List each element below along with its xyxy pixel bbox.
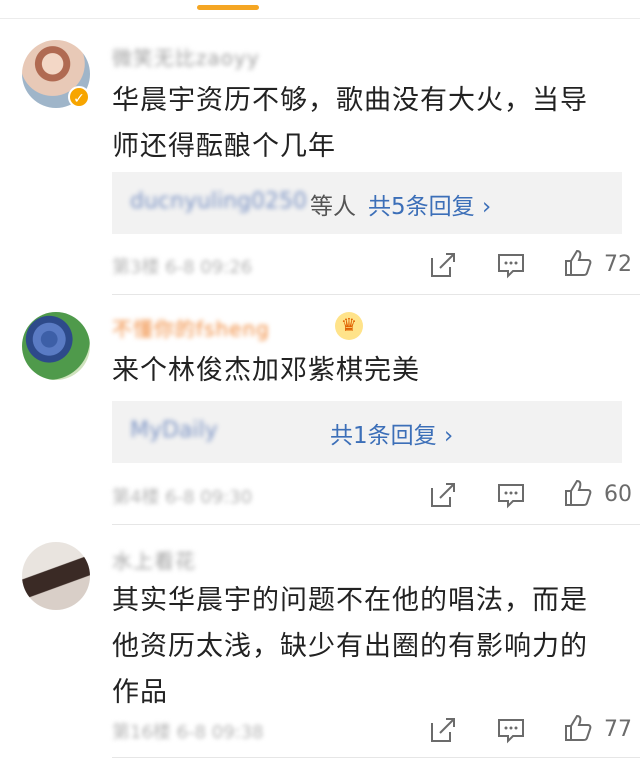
avatar[interactable] xyxy=(22,312,90,380)
reply-suffix: 等人 xyxy=(310,194,356,220)
comment-text-line: 师还得酝酿个几年 xyxy=(112,131,336,162)
like-icon[interactable] xyxy=(563,248,593,278)
comment-meta: 第4楼 6-8 09:30 xyxy=(112,487,253,508)
comment-divider xyxy=(112,294,640,295)
comment-text: 来个林俊杰加邓紫棋完美 xyxy=(112,348,612,394)
view-replies-link[interactable]: 共5条回复 › xyxy=(368,187,491,221)
reply-usernames: ducnyuling0250 xyxy=(130,189,308,214)
comment-icon[interactable] xyxy=(496,715,526,745)
comment-text: 华晨宇资历不够，歌曲没有大火，当导 师还得酝酿个几年 xyxy=(112,78,612,170)
like-count: 72 xyxy=(604,252,632,277)
reply-preview[interactable]: MyDaily 共1条回复 › xyxy=(112,401,622,463)
share-icon[interactable] xyxy=(428,250,458,280)
comment-meta: 第3楼 6-8 09:26 xyxy=(112,257,253,278)
comment-meta: 第16楼 6-8 09:38 xyxy=(112,722,264,743)
crown-badge-icon: ♛ xyxy=(335,312,363,340)
like-icon[interactable] xyxy=(563,478,593,508)
comment-divider xyxy=(112,757,640,758)
comment-divider xyxy=(112,524,640,525)
share-icon[interactable] xyxy=(428,715,458,745)
share-icon[interactable] xyxy=(428,480,458,510)
username[interactable]: 微笑无比zaoyy xyxy=(112,42,260,70)
like-count: 77 xyxy=(604,717,632,742)
comment-text-line: 华晨宇资历不够，歌曲没有大火，当导 xyxy=(112,85,588,116)
like-count: 60 xyxy=(604,482,632,507)
comment-icon[interactable] xyxy=(496,250,526,280)
like-icon[interactable] xyxy=(563,713,593,743)
avatar[interactable] xyxy=(22,542,90,610)
username[interactable]: 水上看花 xyxy=(112,545,196,573)
comment-text-line: 其实华晨宇的问题不在他的唱法，而是 xyxy=(112,585,588,616)
verified-badge-icon: ✓ xyxy=(68,86,90,108)
comment-text: 其实华晨宇的问题不在他的唱法，而是 他资历太浅，缺少有出圈的有影响力的 作品 xyxy=(112,578,612,716)
top-divider xyxy=(0,18,640,19)
comment-text-line: 作品 xyxy=(112,677,168,708)
tab-active-indicator xyxy=(197,5,259,10)
comment-text-line: 他资历太浅，缺少有出圈的有影响力的 xyxy=(112,631,588,662)
reply-preview[interactable]: ducnyuling0250 等人 共5条回复 › xyxy=(112,172,622,234)
view-replies-link[interactable]: 共1条回复 › xyxy=(330,416,453,450)
comment-text-line: 来个林俊杰加邓紫棋完美 xyxy=(112,355,420,386)
username[interactable]: 不懂你的fsheng xyxy=(112,313,270,341)
reply-usernames: MyDaily xyxy=(130,418,218,443)
comment-icon[interactable] xyxy=(496,480,526,510)
